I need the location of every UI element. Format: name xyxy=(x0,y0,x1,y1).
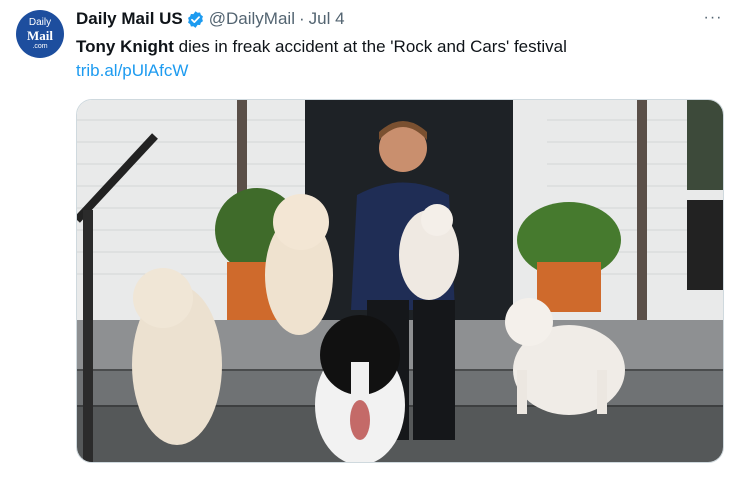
verified-badge-icon xyxy=(187,10,203,28)
more-options-icon[interactable]: ··· xyxy=(700,6,726,30)
author-name[interactable]: Daily Mail US xyxy=(76,9,183,29)
separator-dot: · xyxy=(298,9,305,28)
tweet[interactable]: Daily Mail .com Daily Mail US @DailyMail… xyxy=(0,0,742,477)
tweet-photo[interactable] xyxy=(76,99,724,463)
tweet-link[interactable]: trib.al/pUlAfcW xyxy=(76,61,188,81)
avatar-text-line3: .com xyxy=(32,43,48,50)
avatar-text-line1: Daily xyxy=(28,17,52,28)
tweet-text-body: dies in freak accident at the 'Rock and … xyxy=(173,37,567,56)
tweet-header: Daily Mail US @DailyMail · Jul 4 xyxy=(76,9,345,29)
tweet-text-name: Tony Knight xyxy=(76,37,174,56)
avatar[interactable]: Daily Mail .com xyxy=(16,10,64,58)
photo-image xyxy=(77,100,723,462)
author-handle[interactable]: @DailyMail xyxy=(209,9,295,29)
tweet-date[interactable]: Jul 4 xyxy=(309,9,345,29)
avatar-text-line2: Mail xyxy=(27,28,53,43)
tweet-text: Tony Knight dies in freak accident at th… xyxy=(76,36,567,58)
